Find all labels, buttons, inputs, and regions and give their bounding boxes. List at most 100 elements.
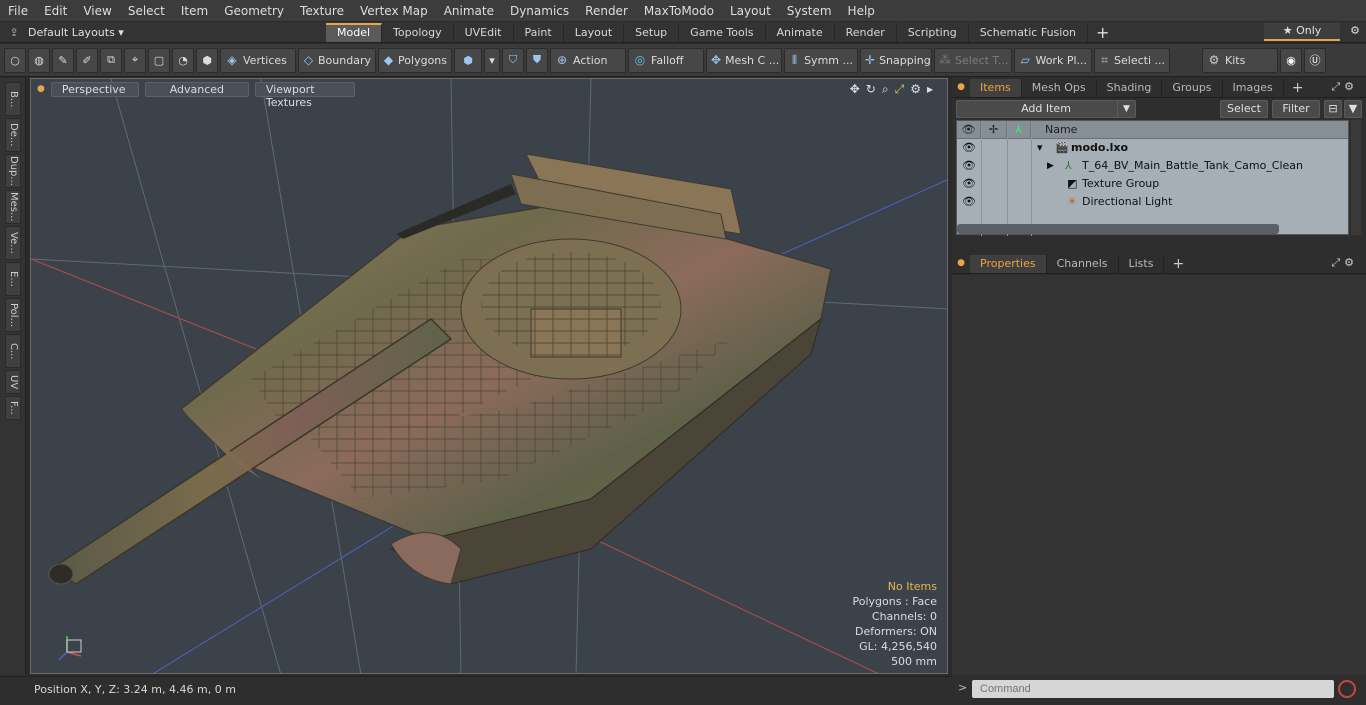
zoom-icon[interactable]: ⌕	[882, 82, 889, 97]
tab-channels[interactable]: Channels	[1047, 255, 1119, 273]
pen-button[interactable]: ✎	[52, 47, 74, 73]
tab-groups[interactable]: Groups	[1162, 79, 1223, 97]
tab-topology[interactable]: Topology	[382, 22, 454, 42]
unreal-button[interactable]: Ⓤ	[1304, 47, 1326, 73]
tab-mesh-ops[interactable]: Mesh Ops	[1022, 79, 1097, 97]
eye-icon[interactable]: 👁	[962, 157, 976, 175]
item-list-vertical-scrollbar[interactable]	[1351, 120, 1361, 235]
properties-expand-settings-icon[interactable]: ⤢⚙	[1331, 256, 1358, 270]
funnel-button[interactable]: ▼	[1344, 100, 1362, 118]
select-through-button[interactable]: ⁂ Select T...	[934, 47, 1012, 73]
shield-alt-button[interactable]: ⛊	[526, 47, 548, 73]
tab-scripting[interactable]: Scripting	[897, 22, 969, 42]
snap-grid-button[interactable]: ⌖	[124, 47, 146, 73]
record-macro-icon[interactable]	[1338, 680, 1356, 698]
menu-file[interactable]: File	[0, 0, 36, 22]
tab-schematic-fusion[interactable]: Schematic Fusion	[969, 22, 1089, 42]
add-layout-tab-icon[interactable]: +	[1088, 23, 1117, 42]
polygon-outline-button[interactable]: ▢	[148, 47, 170, 73]
filter-button[interactable]: Filter	[1272, 100, 1320, 118]
menu-dynamics[interactable]: Dynamics	[502, 0, 577, 22]
menu-texture[interactable]: Texture	[292, 0, 352, 22]
menu-layout[interactable]: Layout	[722, 0, 779, 22]
boxes-button[interactable]: ⧉	[100, 47, 122, 73]
left-tab-duplicate[interactable]: Dup...	[5, 154, 21, 188]
left-tab-curve[interactable]: C...	[5, 334, 21, 368]
menu-select[interactable]: Select	[120, 0, 173, 22]
tab-lists[interactable]: Lists	[1119, 255, 1165, 273]
tab-model[interactable]: Model	[326, 22, 383, 42]
left-tab-vertex[interactable]: Ve...	[5, 226, 21, 260]
action-center-button[interactable]: ⊕ Action	[550, 47, 626, 73]
items-panel-dot-icon[interactable]: ●	[952, 77, 970, 97]
brush-button[interactable]: ✐	[76, 47, 98, 73]
tab-items[interactable]: Items	[970, 79, 1022, 97]
mesh-constraint-button[interactable]: ✥ Mesh C ...	[706, 47, 782, 73]
menu-help[interactable]: Help	[840, 0, 883, 22]
eye-icon[interactable]: 👁	[962, 175, 976, 193]
boundary-button[interactable]: ◇ Boundary	[298, 47, 376, 73]
item-list-horizontal-scrollbar[interactable]	[957, 224, 1279, 234]
polygons-button[interactable]: ◆ Polygons	[378, 47, 452, 73]
rotate-button[interactable]: ◔	[172, 47, 194, 73]
left-tab-uv[interactable]: UV	[5, 370, 21, 394]
gear-icon[interactable]: ⚙	[1350, 24, 1360, 37]
tab-layout[interactable]: Layout	[564, 22, 625, 42]
tab-properties[interactable]: Properties	[970, 255, 1047, 273]
collapse-button[interactable]: ⊟	[1324, 100, 1342, 118]
item-mode-button[interactable]: ⬢	[196, 47, 218, 73]
add-panel-tab-icon[interactable]: +	[1284, 79, 1312, 97]
add-item-dropdown[interactable]: Add Item ▼	[956, 100, 1136, 118]
layout-home-icon[interactable]: ⇪	[0, 26, 28, 39]
pan-icon[interactable]: ✥	[850, 82, 860, 97]
tab-uvedit[interactable]: UVEdit	[454, 22, 514, 42]
item-row-directional-light[interactable]: 👁 ☀ Directional Light	[957, 193, 1348, 211]
eye-icon[interactable]: 👁	[962, 139, 976, 157]
visibility-column-eye-icon[interactable]: 👁	[957, 121, 981, 139]
name-column-header[interactable]: Name	[1031, 121, 1350, 139]
menu-edit[interactable]: Edit	[36, 0, 75, 22]
select-mode-button[interactable]: ○	[4, 47, 26, 73]
only-toggle-button[interactable]: ★ Only	[1264, 23, 1340, 41]
perspective-button[interactable]: Perspective	[50, 81, 139, 97]
tab-shading[interactable]: Shading	[1097, 79, 1163, 97]
item-row-texture-group[interactable]: 👁 ◩ Texture Group	[957, 175, 1348, 193]
add-properties-tab-icon[interactable]: +	[1164, 255, 1192, 273]
orbit-icon[interactable]: ↻	[866, 82, 876, 97]
type-column-icon[interactable]: ⅄	[1007, 121, 1031, 139]
material-mode-button[interactable]: ⬢	[454, 47, 482, 73]
viewport-textures-button[interactable]: Viewport Textures	[254, 81, 355, 109]
left-tab-mesh-edit[interactable]: Mes...	[5, 190, 21, 224]
menu-animate[interactable]: Animate	[436, 0, 502, 22]
command-history-arrow-icon[interactable]: >	[958, 681, 967, 694]
default-layouts-dropdown[interactable]: Default Layouts ▾	[28, 26, 326, 39]
menu-system[interactable]: System	[779, 0, 840, 22]
work-plane-button[interactable]: ▱ Work Pl...	[1014, 47, 1092, 73]
tab-paint[interactable]: Paint	[514, 22, 564, 42]
material-mode-dropdown[interactable]: ▾	[484, 47, 500, 73]
kits-button[interactable]: ⚙ Kits	[1202, 47, 1278, 73]
symmetry-button[interactable]: ⫴ Symm ...	[784, 47, 858, 73]
select-button[interactable]: Select	[1220, 100, 1268, 118]
snapping-button[interactable]: ✛ Snapping	[860, 47, 932, 73]
lock-column-icon[interactable]: ✢	[981, 121, 1007, 139]
shield-button[interactable]: ⛉	[502, 47, 524, 73]
tab-setup[interactable]: Setup	[624, 22, 680, 42]
viewport-options-dot-icon[interactable]: ●	[37, 84, 45, 94]
command-input[interactable]	[972, 680, 1334, 698]
menu-geometry[interactable]: Geometry	[216, 0, 292, 22]
menu-render[interactable]: Render	[577, 0, 636, 22]
vertices-button[interactable]: ◈ Vertices	[220, 47, 296, 73]
falloff-button[interactable]: ◎ Falloff	[628, 47, 704, 73]
tab-animate[interactable]: Animate	[766, 22, 835, 42]
advanced-shading-button[interactable]: Advanced	[144, 81, 249, 97]
menu-item[interactable]: Item	[173, 0, 216, 22]
menu-vertex-map[interactable]: Vertex Map	[352, 0, 436, 22]
panel-expand-settings-icon[interactable]: ⤢⚙	[1331, 80, 1358, 94]
globe-button[interactable]: ◍	[28, 47, 50, 73]
viewport-menu-arrow-icon[interactable]: ▸	[927, 82, 933, 97]
left-tab-basic[interactable]: B...	[5, 82, 21, 116]
tab-images[interactable]: Images	[1223, 79, 1284, 97]
unity-button[interactable]: ◉	[1280, 47, 1302, 73]
eye-icon[interactable]: 👁	[962, 193, 976, 211]
